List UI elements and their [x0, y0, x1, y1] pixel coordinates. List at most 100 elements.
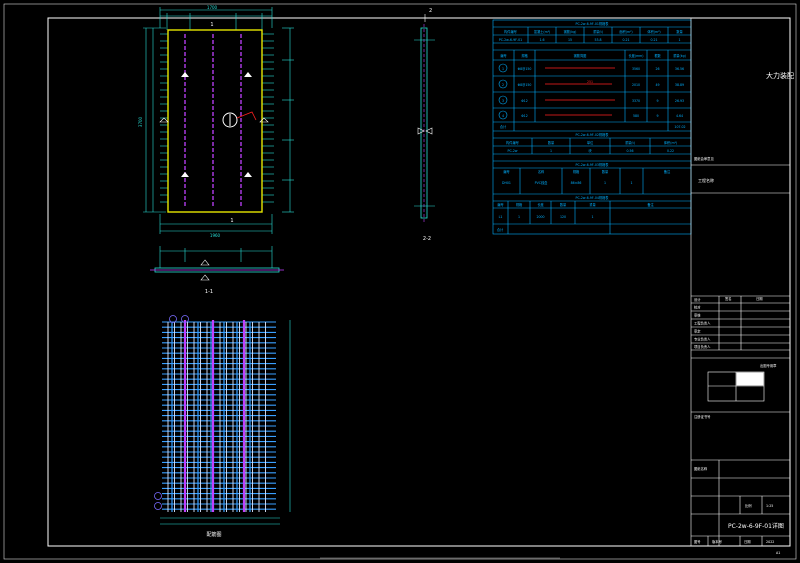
table5-header: 重量	[589, 202, 596, 207]
title-block-role: 审核	[694, 313, 701, 318]
table3-cell: 1	[550, 149, 552, 153]
table1-header: 重量(t)	[593, 29, 603, 34]
table4-header: 编号	[503, 169, 509, 174]
company-name: 大力装配	[766, 71, 794, 80]
table4-cell: 1	[604, 181, 606, 185]
table1-header: 面积(m²)	[619, 29, 632, 34]
table2-header: 编号	[500, 53, 506, 58]
table4-header: 备注	[664, 169, 671, 174]
table2-total-value: 107.02	[674, 125, 685, 129]
table2-header: 钢筋简图	[574, 53, 587, 58]
table3-header: 构件编号	[506, 140, 519, 145]
table1-header: 数量	[676, 29, 683, 34]
version-label: 版本号	[712, 539, 723, 544]
table2-header: 长度(mm)	[628, 53, 643, 58]
table2-cell: 26	[655, 67, 659, 71]
table3-title: PC-2w-6-9F-02规格表	[576, 132, 610, 137]
sheet-size: A1	[776, 551, 780, 555]
dim-left-height: 3700	[138, 116, 143, 127]
table1-header: 体积(m³)	[647, 29, 660, 34]
table1-header: 构件编号	[504, 29, 517, 34]
table5-cell: 120	[560, 215, 566, 219]
scale-value: 1:25	[766, 504, 773, 508]
table5-header: 编号	[497, 202, 503, 207]
table4-cell: PVC线盒	[535, 180, 549, 185]
dim-top-width: 1700	[207, 5, 218, 10]
table5-cell: 1	[518, 215, 520, 219]
rebar-id: 3	[502, 99, 504, 103]
table2-cell: Φ8@150	[518, 83, 532, 87]
title-block-role: 工程负责人	[694, 321, 711, 326]
table1-cell: PC-2w-6-9F-01	[499, 38, 522, 42]
table1-cell: 15	[568, 38, 572, 42]
title-block-role: 审定	[694, 329, 701, 334]
table2-total-label: 合计	[500, 124, 507, 129]
certificate-label: 注册证书号	[694, 414, 711, 419]
drawing-label: 图纸名称	[694, 466, 708, 471]
table2-cell: Φ8@150	[518, 67, 532, 71]
cad-drawing-canvas: 1700 1960 3700 1 1 1-1 2 2-2 配筋图 PC-2w-6…	[0, 0, 800, 563]
table2-cell: 36.56	[675, 67, 684, 71]
table5-header: 规格	[516, 202, 523, 207]
table1-cell: 1.6	[539, 38, 544, 42]
table2-header: 重量(kg)	[673, 53, 686, 58]
title-block-role: 项目负责人	[694, 344, 711, 349]
table1-header: 混凝土(m³)	[534, 29, 550, 34]
table1-cell: 0.21	[650, 38, 657, 42]
table5-total: 合计	[497, 227, 504, 232]
section-mark-bottom: 1	[230, 218, 233, 224]
table4-header: 数量	[602, 169, 609, 174]
table4-title: PC-2w-6-9F-03规格表	[576, 162, 610, 167]
table2-cell: 4.64	[676, 114, 683, 118]
table3-header: 数量	[548, 140, 555, 145]
col-signature: 签名	[725, 296, 732, 301]
rebar-id: 2	[502, 83, 504, 87]
date-value: 2022	[766, 540, 774, 544]
table3-header: 重量(t)	[625, 140, 635, 145]
table1-header: 钢筋(kg)	[564, 29, 577, 34]
table4-header: 规格	[573, 169, 580, 174]
table5-header: 备注	[647, 202, 654, 207]
date-label: 日期	[744, 539, 751, 544]
table2-cell: 49	[655, 83, 659, 87]
table5-cell: L1	[499, 215, 503, 219]
table1-cell: 53.8	[594, 38, 601, 42]
table4-cell: 1	[630, 181, 632, 185]
table2-cell: 580	[633, 114, 639, 118]
table2-header: 根数	[654, 53, 661, 58]
table2-cell: 3560	[632, 67, 640, 71]
table3-cell: PC-2w	[508, 149, 518, 153]
section-mark-top: 1	[210, 22, 213, 28]
table2-cell: 3370	[632, 99, 640, 103]
table1-cell: 0.21	[622, 38, 629, 42]
review-note: 图纸会审意见	[694, 156, 714, 161]
scale-label: 比例	[745, 503, 752, 508]
no-label: 图号	[694, 539, 701, 544]
rebar-id: 1	[502, 67, 504, 71]
table5-header: 长度	[537, 202, 544, 207]
stamp-label: 出图专用章	[760, 363, 777, 368]
table4-cell: 86×86	[571, 181, 582, 185]
drawing-name: PC-2w-6-9F-01详图	[728, 522, 784, 530]
table3-cell: 0.22	[667, 149, 674, 153]
title-block-role: 专业负责人	[694, 337, 711, 342]
table2-cell: 38.89	[675, 83, 684, 87]
section-2-2-label: 2-2	[423, 236, 431, 242]
table1-cell: 1	[678, 38, 680, 42]
table1-title: PC-2w-6-9F-01规格表	[576, 21, 610, 26]
title-block-role: 设计	[694, 297, 701, 302]
table2-header: 规格	[521, 53, 528, 58]
table2-cell: Φ12	[521, 114, 528, 118]
table5-title: PC-2w-6-9F-04规格表	[576, 195, 610, 200]
table2-cell: 2010	[632, 83, 640, 87]
rebar-id: 4	[502, 114, 504, 118]
table3-header: 单位	[587, 140, 594, 145]
title-block-role: 校对	[694, 305, 701, 310]
stamp-fill	[736, 372, 764, 386]
rebar-shape-dim: 251	[587, 80, 593, 84]
table3-cell: 0.56	[626, 149, 633, 153]
table2-cell: Φ12	[521, 99, 528, 103]
table5-header: 数量	[560, 202, 567, 207]
table5-cell: 1	[591, 215, 593, 219]
rebar-plan-label: 配筋图	[206, 531, 221, 538]
